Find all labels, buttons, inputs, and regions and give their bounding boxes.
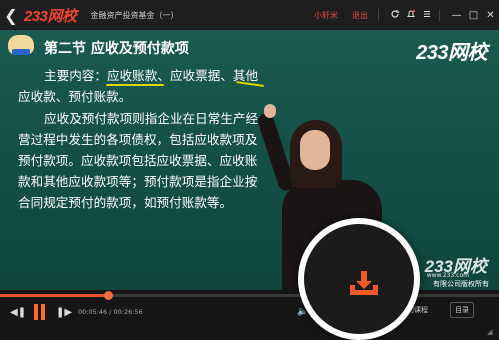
text-line: 主要内容：应收账款、应收票据、其他	[44, 68, 259, 83]
minimize-button[interactable]: —	[448, 10, 465, 21]
close-button[interactable]: ✕	[482, 10, 499, 21]
player-controls: ◀❚ ❚▶ 00:05:46 / 00:26:56 🔈 的课程 目录 ◢	[0, 290, 499, 340]
teacher-face	[300, 130, 330, 170]
highlight-underline	[106, 84, 164, 86]
logout-link[interactable]: 退出	[352, 10, 368, 21]
app-logo: 233网校	[24, 7, 77, 25]
course-title: 金融资产投资基金（一）	[90, 10, 179, 20]
section-title: 第二节 应收及预付款项	[44, 41, 189, 57]
menu-icon[interactable]	[419, 9, 435, 22]
text-line: 预付款项。应收款项包括应收票据、应收账	[18, 153, 258, 168]
watermark-logo: 233网校	[416, 42, 487, 64]
text-line: 款和其他应收款项等；预付款项是指企业按	[18, 174, 258, 189]
catalog-button[interactable]: 目录	[450, 302, 474, 318]
bell-icon[interactable]	[403, 9, 419, 22]
text-line: 应收款、预付账款。	[18, 89, 132, 104]
previous-icon[interactable]: ◀❚	[10, 307, 26, 318]
time-display: 00:05:46 / 00:26:56	[78, 308, 143, 316]
maximize-button[interactable]: □	[465, 10, 482, 21]
paragraph-summary: 主要内容：应收账款、应收票据、其他 应收款、预付账款。	[18, 65, 258, 107]
download-overlay[interactable]	[298, 218, 420, 340]
text-line: 应收及预付款项则指企业在日常生产经	[44, 111, 259, 126]
titlebar-divider-2	[439, 9, 440, 21]
text-line: 营过程中发生的各项债权，包括应收款项及	[18, 132, 258, 147]
video-area[interactable]: 第二节 应收及预付款项 233网校 主要内容：应收账款、应收票据、其他 应收款、…	[0, 30, 499, 290]
back-icon[interactable]: ❮	[0, 6, 22, 25]
username-link[interactable]: 小轩米	[314, 10, 338, 21]
watermark-copyright: 有限公司版权所有	[433, 280, 489, 288]
titlebar-divider	[378, 9, 379, 21]
paragraph-definition: 应收及预付款项则指企业在日常生产经 营过程中发生的各项债权，包括应收款项及 预付…	[18, 108, 258, 213]
teacher-hand	[264, 104, 276, 118]
watermark-url: www.233.com	[426, 272, 469, 279]
progress-knob[interactable]	[103, 291, 113, 300]
title-bar: ❮ 233网校 金融资产投资基金（一） 小轩米 退出 — □ ✕	[0, 0, 499, 30]
student-icon	[8, 35, 34, 55]
text-line: 合同规定预付的款项，如预付账款等。	[18, 195, 233, 210]
refresh-icon[interactable]	[387, 9, 403, 22]
next-icon[interactable]: ❚▶	[56, 307, 72, 318]
download-icon[interactable]	[348, 269, 380, 297]
progress-fill	[0, 294, 108, 297]
resize-grip-icon[interactable]: ◢	[487, 328, 497, 338]
pause-button[interactable]	[31, 304, 47, 320]
